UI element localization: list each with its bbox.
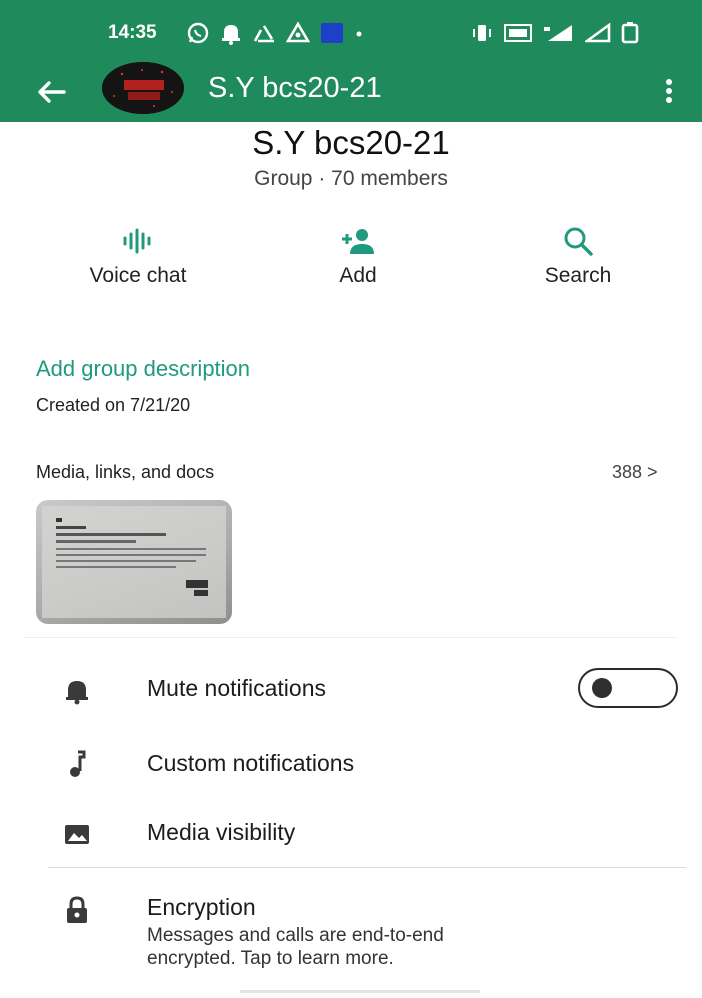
group-name: S.Y bcs20-21 [252, 124, 450, 161]
app-bar-title[interactable]: S.Y bcs20-21 [208, 72, 382, 105]
bell-icon [66, 681, 88, 705]
toggle-knob [592, 678, 612, 698]
add-participant-button[interactable]: Add [278, 224, 438, 288]
bottom-edge [240, 990, 480, 993]
warning-icon [286, 21, 310, 43]
status-bar: 14:35 [0, 0, 702, 60]
add-participant-label: Add [339, 264, 377, 287]
app-badge-icon [321, 23, 343, 43]
status-time: 14:35 [108, 22, 157, 43]
bell-icon [222, 25, 240, 45]
voice-chat-icon [123, 228, 151, 254]
search-icon [564, 227, 593, 256]
search-button[interactable]: Search [498, 224, 658, 288]
encryption-description-line-1: Messages and calls are end-to-end [147, 925, 444, 946]
group-member-count: Group · 70 members [254, 167, 448, 190]
custom-notifications-label: Custom notifications [147, 750, 355, 776]
volte-icon [504, 24, 532, 42]
encryption-label: Encryption [147, 894, 256, 920]
voice-chat-label: Voice chat [89, 264, 187, 287]
signal-icon [544, 25, 572, 41]
add-person-icon [342, 229, 374, 254]
back-arrow-icon[interactable] [34, 75, 68, 109]
recycle-icon [253, 25, 274, 43]
search-label: Search [544, 264, 612, 287]
image-icon [65, 825, 89, 844]
mute-notifications-label: Mute notifications [147, 675, 326, 701]
vibrate-icon [473, 25, 491, 41]
group-avatar[interactable] [102, 62, 184, 114]
document-preview-image [42, 506, 226, 618]
media-thumbnail[interactable] [36, 500, 232, 624]
lock-icon [67, 896, 87, 923]
encryption-description-line-2: encrypted. Tap to learn more. [147, 948, 394, 969]
section-divider [24, 637, 678, 638]
media-visibility-label: Media visibility [147, 819, 296, 845]
signal-icon-2 [585, 22, 611, 43]
settings-divider [48, 867, 686, 868]
encryption-description: Messages and calls are end-to-end encryp… [147, 924, 627, 970]
media-count-link[interactable]: 388 > [612, 462, 658, 483]
group-avatar-image [102, 62, 184, 114]
music-note-icon [70, 750, 86, 777]
add-group-description-link[interactable]: Add group description [36, 356, 250, 382]
battery-icon [621, 22, 639, 44]
dot-icon [356, 31, 362, 37]
whatsapp-icon [187, 22, 209, 44]
created-date: Created on 7/21/20 [36, 395, 191, 415]
voice-chat-button[interactable]: Voice chat [58, 224, 218, 288]
media-links-docs-title[interactable]: Media, links, and docs [36, 462, 214, 483]
overflow-menu-icon[interactable] [660, 76, 678, 106]
mute-notifications-toggle[interactable] [578, 668, 678, 708]
